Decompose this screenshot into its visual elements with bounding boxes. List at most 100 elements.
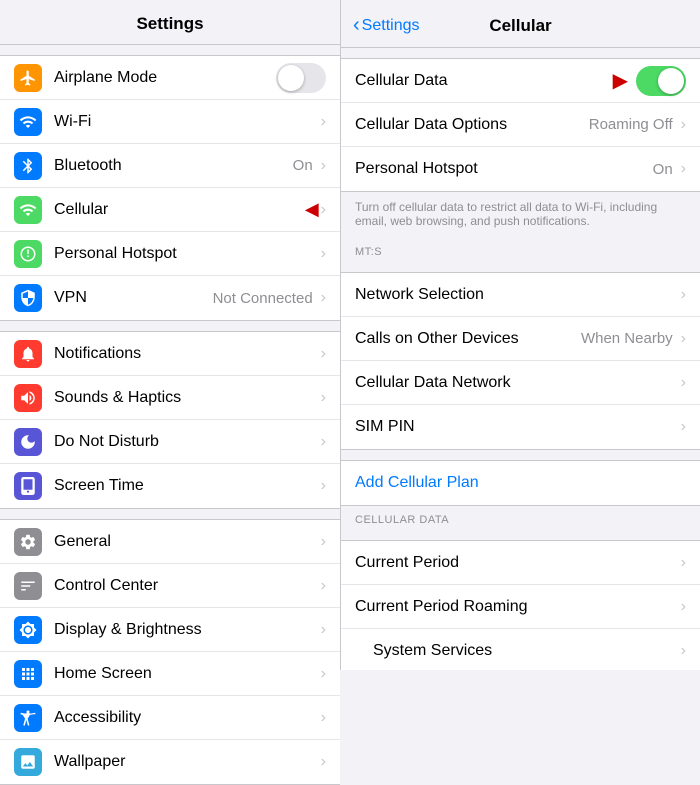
- display-icon: [14, 616, 42, 644]
- mts-section-header: MT:S: [341, 238, 700, 262]
- current-period-row[interactable]: Current Period ›: [341, 541, 700, 585]
- vpn-chevron: ›: [321, 289, 326, 307]
- cellular-data-options-row[interactable]: Cellular Data Options Roaming Off ›: [341, 103, 700, 147]
- add-cellular-plan-label[interactable]: Add Cellular Plan: [355, 474, 479, 492]
- cellular-data-red-arrow: ▶: [613, 68, 628, 93]
- sidebar-item-bluetooth[interactable]: Bluetooth On ›: [0, 144, 340, 188]
- airplane-mode-icon: [14, 64, 42, 92]
- wifi-chevron: ›: [321, 113, 326, 131]
- settings-title: Settings: [136, 14, 203, 33]
- left-panel: Settings Airplane Mode Wi-Fi › Bluetooth…: [0, 0, 341, 670]
- control-center-chevron: ›: [321, 577, 326, 595]
- home-screen-label: Home Screen: [54, 665, 319, 683]
- mts-group: Network Selection › Calls on Other Devic…: [341, 272, 700, 450]
- sidebar-item-home-screen[interactable]: Home Screen ›: [0, 652, 340, 696]
- accessibility-label: Accessibility: [54, 709, 319, 727]
- calls-other-devices-value: When Nearby: [581, 330, 673, 347]
- settings-group-general: General › Control Center › Display & Bri…: [0, 519, 340, 785]
- add-cellular-plan-row[interactable]: Add Cellular Plan: [341, 461, 700, 505]
- cellular-icon: [14, 196, 42, 224]
- sidebar-item-do-not-disturb[interactable]: Do Not Disturb ›: [0, 420, 340, 464]
- accessibility-chevron: ›: [321, 709, 326, 727]
- sidebar-item-control-center[interactable]: Control Center ›: [0, 564, 340, 608]
- wallpaper-label: Wallpaper: [54, 753, 319, 771]
- wifi-label: Wi-Fi: [54, 113, 319, 131]
- sounds-chevron: ›: [321, 389, 326, 407]
- cellular-data-toggle[interactable]: [636, 66, 686, 96]
- dnd-label: Do Not Disturb: [54, 433, 319, 451]
- back-button[interactable]: ‹ Settings: [353, 14, 419, 37]
- sim-pin-label: SIM PIN: [355, 418, 679, 436]
- cellular-data-label: Cellular Data: [355, 72, 613, 90]
- airplane-mode-toggle[interactable]: [276, 63, 326, 93]
- cellular-data-row[interactable]: Cellular Data ▶: [341, 59, 700, 103]
- sidebar-item-display-brightness[interactable]: Display & Brightness ›: [0, 608, 340, 652]
- system-services-row[interactable]: System Services ›: [341, 629, 700, 670]
- calls-other-devices-row[interactable]: Calls on Other Devices When Nearby ›: [341, 317, 700, 361]
- sidebar-item-personal-hotspot[interactable]: Personal Hotspot ›: [0, 232, 340, 276]
- cellular-chevron: ›: [321, 201, 326, 219]
- screentime-label: Screen Time: [54, 477, 319, 495]
- cellular-data-group: Current Period › Current Period Roaming …: [341, 540, 700, 670]
- sounds-icon: [14, 384, 42, 412]
- airplane-mode-label: Airplane Mode: [54, 69, 276, 87]
- right-panel-header: ‹ Settings Cellular: [341, 0, 700, 48]
- current-period-roaming-label: Current Period Roaming: [355, 598, 679, 616]
- bluetooth-icon: [14, 152, 42, 180]
- general-label: General: [54, 533, 319, 551]
- personal-hotspot-chevron: ›: [321, 245, 326, 263]
- current-period-label: Current Period: [355, 554, 679, 572]
- sidebar-item-notifications[interactable]: Notifications ›: [0, 332, 340, 376]
- system-services-label: System Services: [373, 642, 679, 660]
- current-period-roaming-chevron: ›: [681, 598, 686, 616]
- cellular-data-options-value: Roaming Off: [589, 116, 673, 133]
- control-center-label: Control Center: [54, 577, 319, 595]
- right-panel-title: Cellular: [489, 16, 551, 36]
- home-screen-chevron: ›: [321, 665, 326, 683]
- sidebar-item-wallpaper[interactable]: Wallpaper ›: [0, 740, 340, 784]
- settings-group-notifications: Notifications › Sounds & Haptics › Do No…: [0, 331, 340, 509]
- control-center-icon: [14, 572, 42, 600]
- hotspot-icon: [14, 240, 42, 268]
- cellular-data-network-chevron: ›: [681, 374, 686, 392]
- back-chevron-icon: ‹: [353, 14, 360, 37]
- right-personal-hotspot-value: On: [653, 161, 673, 178]
- screentime-icon: [14, 472, 42, 500]
- sidebar-item-screen-time[interactable]: Screen Time ›: [0, 464, 340, 508]
- sim-pin-row[interactable]: SIM PIN ›: [341, 405, 700, 449]
- vpn-icon: [14, 284, 42, 312]
- calls-other-devices-label: Calls on Other Devices: [355, 330, 581, 348]
- cellular-red-arrow: ◀: [305, 199, 319, 220]
- wallpaper-chevron: ›: [321, 753, 326, 771]
- sidebar-item-sounds-haptics[interactable]: Sounds & Haptics ›: [0, 376, 340, 420]
- vpn-value: Not Connected: [213, 290, 313, 307]
- cellular-info-text: Turn off cellular data to restrict all d…: [341, 192, 700, 238]
- sidebar-item-airplane-mode[interactable]: Airplane Mode: [0, 56, 340, 100]
- sidebar-item-vpn[interactable]: VPN Not Connected ›: [0, 276, 340, 320]
- sidebar-item-accessibility[interactable]: Accessibility ›: [0, 696, 340, 740]
- left-panel-header: Settings: [0, 0, 340, 45]
- sidebar-item-general[interactable]: General ›: [0, 520, 340, 564]
- wallpaper-icon: [14, 748, 42, 776]
- general-icon: [14, 528, 42, 556]
- screentime-chevron: ›: [321, 477, 326, 495]
- cellular-label: Cellular: [54, 201, 301, 219]
- bluetooth-chevron: ›: [321, 157, 326, 175]
- home-icon: [14, 660, 42, 688]
- sidebar-item-cellular[interactable]: Cellular ◀ ›: [0, 188, 340, 232]
- network-selection-label: Network Selection: [355, 286, 679, 304]
- network-selection-chevron: ›: [681, 286, 686, 304]
- network-selection-row[interactable]: Network Selection ›: [341, 273, 700, 317]
- current-period-roaming-row[interactable]: Current Period Roaming ›: [341, 585, 700, 629]
- system-services-chevron: ›: [681, 642, 686, 660]
- sidebar-item-wifi[interactable]: Wi-Fi ›: [0, 100, 340, 144]
- right-panel: ‹ Settings Cellular Cellular Data ▶ Cell…: [341, 0, 700, 670]
- sounds-label: Sounds & Haptics: [54, 389, 319, 407]
- notifications-icon: [14, 340, 42, 368]
- cellular-data-network-row[interactable]: Cellular Data Network ›: [341, 361, 700, 405]
- calls-other-devices-chevron: ›: [681, 330, 686, 348]
- dnd-icon: [14, 428, 42, 456]
- display-chevron: ›: [321, 621, 326, 639]
- right-personal-hotspot-row[interactable]: Personal Hotspot On ›: [341, 147, 700, 191]
- personal-hotspot-label: Personal Hotspot: [54, 245, 319, 263]
